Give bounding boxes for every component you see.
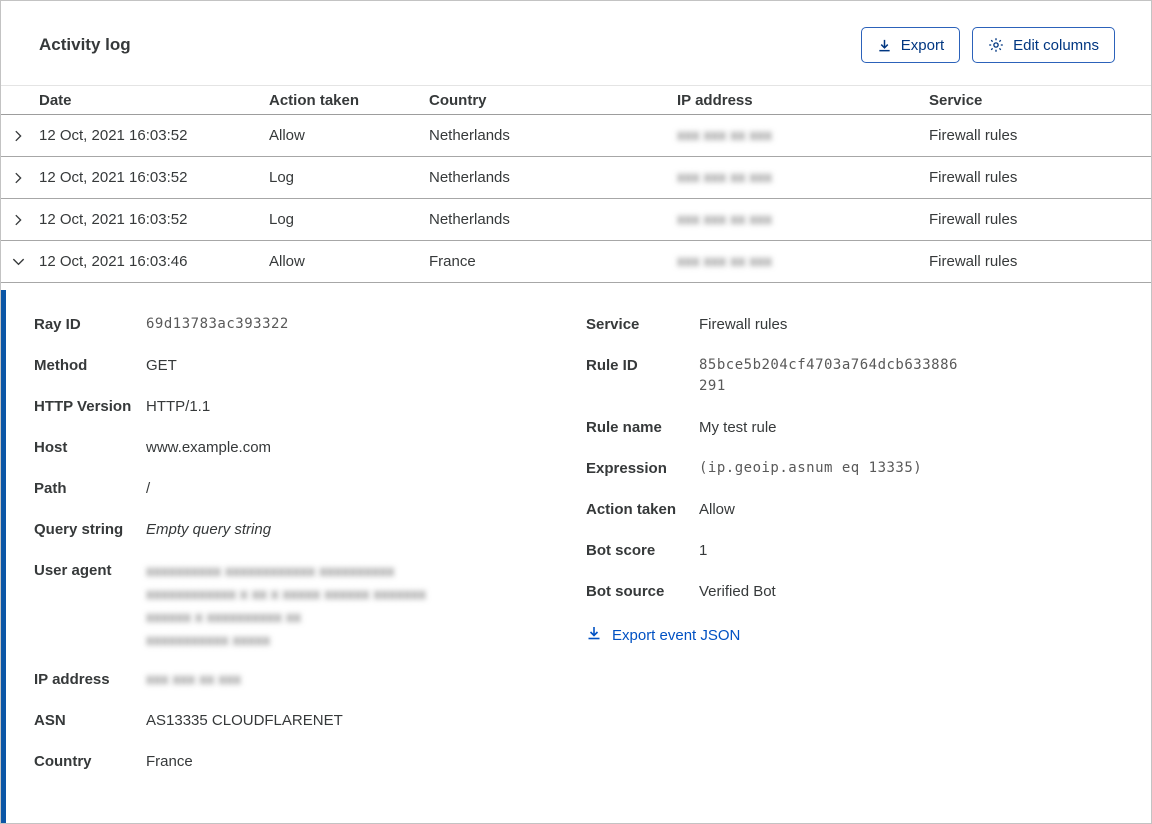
redacted-line: xxxxxxxxxxxx x xx x xxxxx xxxxxx xxxxxxx (146, 586, 427, 603)
column-header-country: Country (429, 91, 487, 109)
chevron-right-icon[interactable] (1, 213, 39, 227)
detail-right-column: Service Firewall rules Rule ID 85bce5b20… (586, 314, 1121, 823)
redacted-ip: xxx xxx xx xxx (677, 169, 773, 186)
page-title: Activity log (39, 35, 131, 54)
host-value: www.example.com (146, 439, 272, 456)
event-detail-panel: Ray ID 69d13783ac393322 Method GET HTTP … (1, 290, 1151, 823)
redacted-ip: xxx xxx xx xxx (677, 127, 773, 144)
export-event-json-label: Export event JSON (612, 626, 741, 644)
chevron-down-icon[interactable] (1, 254, 39, 269)
chevron-right-icon[interactable] (1, 129, 39, 143)
row-country: Netherlands (429, 211, 510, 228)
detail-label: Path (34, 480, 67, 497)
redacted-user-agent: xxxxxxxxxx xxxxxxxxxxxx xxxxxxxxxx xxxxx… (146, 560, 426, 652)
row-country: Netherlands (429, 127, 510, 144)
rule-name-value: My test rule (699, 419, 777, 436)
download-icon (586, 625, 602, 645)
detail-label: Bot source (586, 583, 665, 600)
bot-score-value: 1 (699, 542, 708, 559)
table-row[interactable]: 12 Oct, 2021 16:03:52 Allow Netherlands … (1, 115, 1151, 157)
detail-label: User agent (34, 562, 112, 579)
table-row[interactable]: 12 Oct, 2021 16:03:52 Log Netherlands xx… (1, 157, 1151, 199)
detail-label: Rule name (586, 419, 662, 436)
table-row-expanded[interactable]: 12 Oct, 2021 16:03:46 Allow France xxx x… (1, 241, 1151, 283)
row-service: Firewall rules (929, 169, 1018, 186)
table-header: Date Action taken Country IP address Ser… (1, 85, 1151, 115)
topbar: Activity log Export Edit columns (1, 1, 1151, 85)
row-service: Firewall rules (929, 211, 1018, 228)
column-header-date: Date (39, 91, 72, 109)
ray-id-value: 69d13783ac393322 (146, 316, 289, 332)
row-date: 12 Oct, 2021 16:03:52 (39, 127, 188, 144)
detail-label: Ray ID (34, 316, 81, 333)
query-string-value: Empty query string (146, 521, 272, 538)
row-date: 12 Oct, 2021 16:03:52 (39, 211, 188, 228)
toolbar-actions: Export Edit columns (860, 27, 1115, 63)
row-date: 12 Oct, 2021 16:03:52 (39, 169, 188, 186)
detail-label: Rule ID (586, 357, 638, 374)
detail-label: Query string (34, 521, 124, 538)
detail-label: Action taken (586, 501, 677, 518)
detail-label: Method (34, 357, 88, 374)
row-service: Firewall rules (929, 127, 1018, 144)
column-header-service: Service (929, 91, 983, 109)
detail-label: Country (34, 753, 92, 770)
row-country: Netherlands (429, 169, 510, 186)
table-row[interactable]: 12 Oct, 2021 16:03:52 Log Netherlands xx… (1, 199, 1151, 241)
method-value: GET (146, 357, 177, 374)
detail-label: IP address (34, 671, 110, 688)
export-button-label: Export (900, 36, 945, 54)
redacted-ip: xxx xxx xx xxx (677, 253, 773, 270)
row-action-taken: Log (269, 169, 295, 186)
detail-label: Host (34, 439, 68, 456)
detail-label: ASN (34, 712, 66, 729)
chevron-right-icon[interactable] (1, 171, 39, 185)
expression-value: (ip.geoip.asnum eq 13335) (699, 460, 923, 476)
column-header-action-taken: Action taken (269, 91, 360, 109)
path-value: / (146, 480, 151, 497)
row-service: Firewall rules (929, 253, 1018, 270)
redacted-ip: xxx xxx xx xxx (146, 671, 242, 688)
activity-log-panel: Activity log Export Edit columns Date Ac… (0, 0, 1152, 824)
row-action-taken: Allow (269, 253, 305, 270)
gear-icon (988, 37, 1004, 53)
redacted-line: xxxxxx x xxxxxxxxxx xx (146, 609, 302, 626)
row-action-taken: Allow (269, 127, 305, 144)
redacted-line: xxxxxxxxxx xxxxxxxxxxxx xxxxxxxxxx (146, 563, 395, 580)
redacted-ip: xxx xxx xx xxx (677, 211, 773, 228)
column-header-ip-address: IP address (677, 91, 753, 109)
asn-value: AS13335 CLOUDFLARENET (146, 712, 343, 729)
export-button[interactable]: Export (860, 27, 961, 63)
country-value: France (146, 753, 193, 770)
row-country: France (429, 253, 476, 270)
redacted-line: xxxxxxxxxxx xxxxx (146, 632, 271, 649)
row-action-taken: Log (269, 211, 295, 228)
detail-left-column: Ray ID 69d13783ac393322 Method GET HTTP … (34, 314, 586, 823)
detail-label: Bot score (586, 542, 656, 559)
detail-label: Service (586, 316, 640, 333)
download-icon (877, 38, 892, 53)
detail-label: HTTP Version (34, 398, 132, 415)
service-value: Firewall rules (699, 316, 788, 333)
action-taken-value: Allow (699, 501, 735, 518)
rule-id-value: 85bce5b204cf4703a764dcb633886291 (699, 357, 958, 394)
edit-columns-button[interactable]: Edit columns (972, 27, 1115, 63)
bot-source-value: Verified Bot (699, 583, 776, 600)
export-event-json-link[interactable]: Export event JSON (586, 625, 1121, 645)
http-version-value: HTTP/1.1 (146, 398, 211, 415)
edit-columns-button-label: Edit columns (1013, 36, 1099, 54)
detail-label: Expression (586, 460, 667, 477)
row-date: 12 Oct, 2021 16:03:46 (39, 253, 188, 270)
